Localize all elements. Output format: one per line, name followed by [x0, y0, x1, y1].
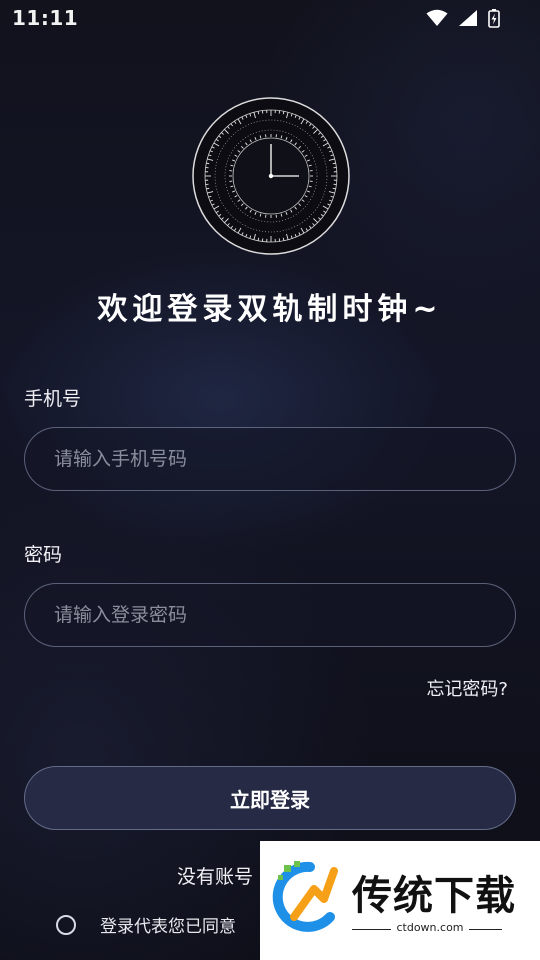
cellular-signal-icon	[459, 10, 477, 26]
app-logo-clock	[191, 96, 351, 256]
password-input-wrapper[interactable]	[24, 583, 516, 647]
agreement-text: 登录代表您已同意	[100, 917, 236, 937]
watermark-title: 传统下载	[352, 873, 516, 919]
forgot-password-link[interactable]: 忘记密码?	[426, 675, 508, 701]
wifi-icon	[426, 9, 448, 26]
agreement-row: 登录代表您已同意	[56, 912, 236, 937]
watermark-domain: ctdown.com	[391, 921, 469, 934]
clock-dial-icon	[192, 97, 350, 255]
agreement-checkbox[interactable]	[56, 914, 76, 935]
welcome-title: 欢迎登录双轨制时钟~	[97, 292, 443, 327]
watermark-domain-wrapper: ctdown.com	[260, 921, 540, 934]
status-icons	[426, 8, 500, 28]
phone-label: 手机号	[24, 388, 82, 410]
phone-input[interactable]	[52, 447, 496, 471]
login-button[interactable]: 立即登录	[24, 766, 516, 830]
phone-input-wrapper[interactable]	[24, 427, 516, 491]
status-time: 11:11	[12, 6, 79, 30]
battery-charging-icon	[488, 9, 500, 28]
password-label: 密码	[24, 544, 63, 566]
watermark-badge: 传统下载 ctdown.com	[260, 841, 540, 960]
register-prompt[interactable]: 没有账号	[177, 862, 253, 889]
password-input[interactable]	[52, 603, 496, 627]
status-bar: 11:11	[0, 0, 540, 36]
